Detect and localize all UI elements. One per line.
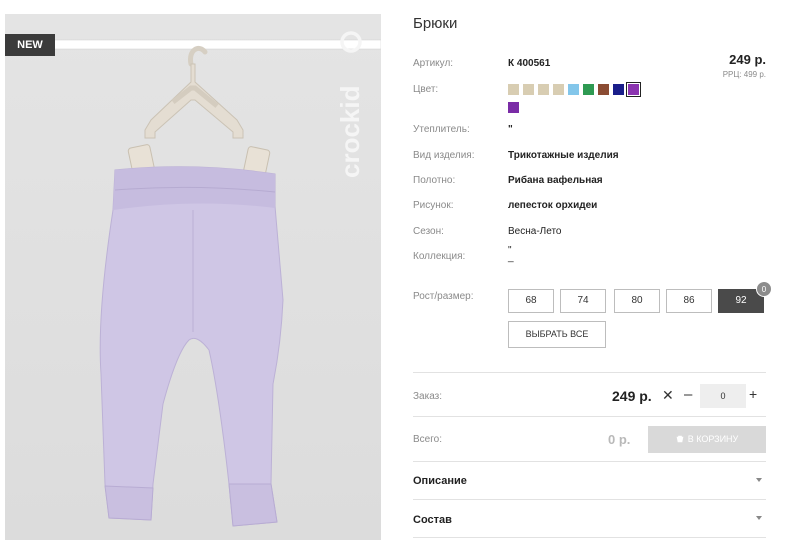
size-option-86[interactable]: 86 bbox=[666, 289, 712, 313]
product-title: Брюки bbox=[413, 15, 458, 32]
description-toggle[interactable]: Описание bbox=[413, 475, 467, 487]
size-option-80[interactable]: 80 bbox=[614, 289, 660, 313]
color-swatch[interactable] bbox=[523, 84, 534, 95]
quantity-increase-button[interactable]: + bbox=[749, 386, 757, 402]
collection-value[interactable]: " _ bbox=[508, 246, 514, 263]
size-count-badge: 0 bbox=[756, 281, 772, 297]
cart-icon bbox=[676, 435, 684, 443]
season-value: Весна-Лето bbox=[508, 226, 562, 237]
order-label: Заказ: bbox=[413, 391, 443, 402]
color-swatches bbox=[508, 82, 668, 120]
divider bbox=[413, 416, 766, 417]
pattern-value: лепесток орхидеи bbox=[508, 200, 598, 211]
color-swatch[interactable] bbox=[626, 82, 641, 97]
divider bbox=[413, 372, 766, 373]
pattern-label: Рисунок: bbox=[413, 200, 454, 211]
quantity-decrease-button[interactable]: – bbox=[684, 386, 692, 403]
type-label: Вид изделия: bbox=[413, 150, 475, 161]
insulation-value: " bbox=[508, 124, 513, 135]
color-label: Цвет: bbox=[413, 84, 439, 95]
add-to-cart-button[interactable]: В КОРЗИНУ bbox=[648, 426, 766, 453]
brand-logo-text: crockid bbox=[335, 86, 365, 179]
composition-toggle[interactable]: Состав bbox=[413, 514, 452, 526]
rrc-price: РРЦ: 499 р. bbox=[722, 70, 766, 79]
total-label: Всего: bbox=[413, 434, 442, 445]
size-option-68[interactable]: 68 bbox=[508, 289, 554, 313]
color-swatch[interactable] bbox=[568, 84, 579, 95]
chevron-down-icon[interactable] bbox=[756, 516, 762, 520]
color-swatch[interactable] bbox=[508, 102, 519, 113]
divider bbox=[413, 537, 766, 538]
add-to-cart-label: В КОРЗИНУ bbox=[687, 434, 739, 444]
fabric-value: Рибана вафельная bbox=[508, 175, 603, 186]
brand-logo: crockid bbox=[335, 31, 365, 179]
color-swatch[interactable] bbox=[613, 84, 624, 95]
select-all-button[interactable]: ВЫБРАТЬ ВСЕ bbox=[508, 321, 606, 348]
new-badge: NEW bbox=[5, 34, 55, 56]
color-swatch[interactable] bbox=[583, 84, 594, 95]
divider bbox=[413, 499, 766, 500]
color-swatch[interactable] bbox=[538, 84, 549, 95]
insulation-label: Утеплитель: bbox=[413, 124, 470, 135]
chevron-down-icon[interactable] bbox=[756, 478, 762, 482]
product-price: 249 р. bbox=[729, 52, 766, 67]
divider bbox=[413, 461, 766, 462]
season-label: Сезон: bbox=[413, 226, 444, 237]
order-price: 249 р. bbox=[612, 388, 652, 404]
color-swatch[interactable] bbox=[508, 84, 519, 95]
article-value: К 400561 bbox=[508, 58, 551, 69]
quantity-input[interactable] bbox=[700, 384, 746, 408]
product-photo[interactable]: NEW crockid bbox=[5, 14, 381, 540]
type-value: Трикотажные изделия bbox=[508, 150, 619, 161]
fabric-label: Полотно: bbox=[413, 175, 456, 186]
color-swatch[interactable] bbox=[553, 84, 564, 95]
total-value: 0 р. bbox=[608, 432, 631, 447]
color-swatch[interactable] bbox=[598, 84, 609, 95]
size-label: Рост/размер: bbox=[413, 291, 474, 302]
times-icon: ✕ bbox=[662, 387, 674, 403]
article-label: Артикул: bbox=[413, 58, 454, 69]
collection-label: Коллекция: bbox=[413, 251, 466, 262]
size-option-74[interactable]: 74 bbox=[560, 289, 606, 313]
